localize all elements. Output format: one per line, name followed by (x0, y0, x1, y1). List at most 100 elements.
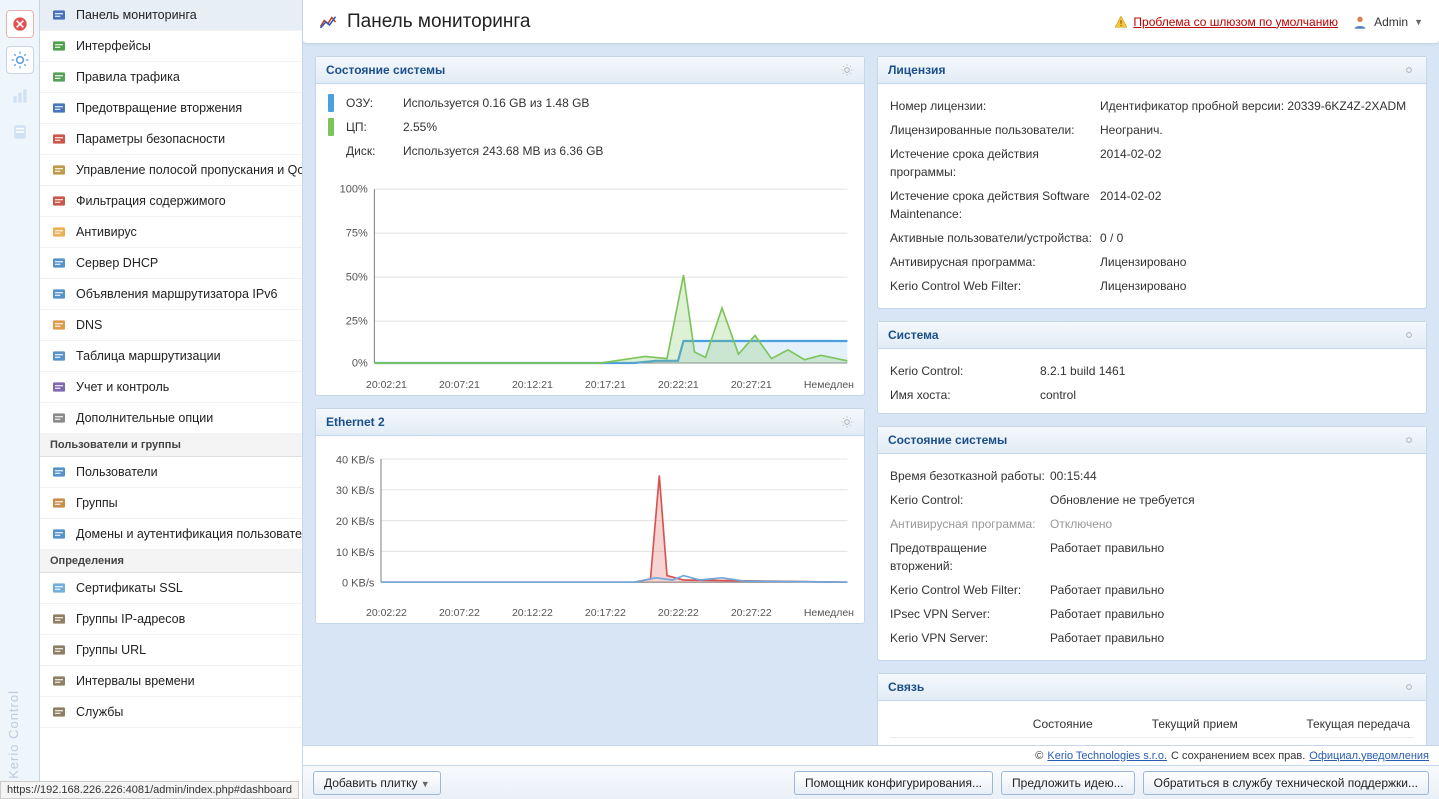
sidebar-item-label: Группы URL (76, 643, 146, 657)
gateway-alert-link[interactable]: Проблема со шлюзом по умолчанию (1114, 15, 1338, 29)
services-icon (50, 703, 68, 721)
ethernet-chart: 40 KB/s 30 KB/s 20 KB/s 10 KB/s 0 KB/s (326, 448, 854, 602)
funnel-icon (50, 192, 68, 210)
sidebar-item-funnel[interactable]: Фильтрация содержимого (40, 186, 302, 217)
panel-system: Система Kerio Control:8.2.1 build 1461Им… (877, 321, 1427, 414)
gear-icon[interactable] (1402, 63, 1416, 77)
sidebar-item-bandwidth[interactable]: Управление полосой пропускания и QoS (40, 155, 302, 186)
kv-row: Время безотказной работы:00:15:44 (890, 464, 1414, 488)
app-logo-icon[interactable] (6, 10, 34, 38)
sidebar-item-shield[interactable]: Предотвращение вторжения (40, 93, 302, 124)
gear-icon[interactable] (840, 63, 854, 77)
cert-icon (50, 579, 68, 597)
page-tab-icon[interactable] (6, 118, 34, 146)
sidebar-item-folder[interactable]: Антивирус (40, 217, 302, 248)
sidebar-item-label: Предотвращение вторжения (76, 101, 242, 115)
sidebar-item-group[interactable]: Группы (40, 488, 302, 519)
sidebar-item-interfaces[interactable]: Интерфейсы (40, 31, 302, 62)
kv-row: Антивирусная программа:Лицензировано (890, 250, 1414, 274)
sidebar-item-label: DNS (76, 318, 102, 332)
domain-icon (50, 525, 68, 543)
dns-icon (50, 316, 68, 334)
support-button[interactable]: Обратиться в службу технической поддержк… (1143, 771, 1429, 795)
status-bar-url: https://192.168.226.226:4081/admin/index… (0, 781, 299, 799)
kv-row: Истечение срока действия программы:2014-… (890, 142, 1414, 184)
user-icon (50, 463, 68, 481)
sidebar-item-label: Параметры безопасности (76, 132, 225, 146)
urlgroup-icon (50, 641, 68, 659)
sidebar-item-services[interactable]: Службы (40, 697, 302, 728)
kv-row: Антивирусная программа:Отключено (890, 512, 1414, 536)
sidebar-item-urlgroup[interactable]: Группы URL (40, 635, 302, 666)
stats-tab-icon[interactable] (6, 82, 34, 110)
sidebar-item-gear[interactable]: Дополнительные опции (40, 403, 302, 434)
routing-icon (50, 347, 68, 365)
sidebar-item-label: Группы (76, 496, 118, 510)
sidebar-item-cert[interactable]: Сертификаты SSL (40, 573, 302, 604)
svg-text:50%: 50% (346, 272, 368, 284)
header: Панель мониторинга Проблема со шлюзом по… (303, 0, 1439, 44)
sidebar-item-user[interactable]: Пользователи (40, 457, 302, 488)
gear-icon[interactable] (1402, 328, 1416, 342)
svg-text:25%: 25% (346, 316, 368, 328)
dashboard-icon (50, 6, 68, 24)
sidebar-item-label: Правила трафика (76, 70, 180, 84)
sidebar-item-dashboard[interactable]: Панель мониторинга (40, 0, 302, 31)
kv-row: Kerio VPN Server:Работает правильно (890, 626, 1414, 650)
warning-icon (1114, 15, 1128, 29)
admin-menu[interactable]: Admin ▼ (1352, 14, 1423, 30)
sidebar-item-accounting[interactable]: Учет и контроль (40, 372, 302, 403)
user-icon (1352, 14, 1368, 30)
group-icon (50, 494, 68, 512)
svg-text:100%: 100% (340, 184, 368, 196)
kv-row: Истечение срока действия Software Mainte… (890, 184, 1414, 226)
sidebar-item-label: Панель мониторинга (76, 8, 197, 22)
sidebar-item-ipv6[interactable]: Объявления маршрутизатора IPv6 (40, 279, 302, 310)
sidebar-item-label: Группы IP-адресов (76, 612, 185, 626)
sidebar-item-routing[interactable]: Таблица маршрутизации (40, 341, 302, 372)
sidebar-item-time[interactable]: Интервалы времени (40, 666, 302, 697)
sidebar-item-label: Пользователи (76, 465, 158, 479)
sidebar-item-domain[interactable]: Домены и аутентификация пользователей (40, 519, 302, 550)
add-tile-button[interactable]: Добавить плитку ▼ (313, 771, 441, 795)
kv-row: Лицензированные пользователи:Неогранич. (890, 118, 1414, 142)
sidebar-item-label: Таблица маршрутизации (76, 349, 221, 363)
settings-tab-icon[interactable] (6, 46, 34, 74)
svg-text:10 KB/s: 10 KB/s (336, 547, 375, 559)
suggest-idea-button[interactable]: Предложить идею... (1001, 771, 1135, 795)
page-title: Панель мониторинга (347, 11, 530, 33)
svg-text:20 KB/s: 20 KB/s (336, 516, 375, 528)
kv-row: Kerio Control:8.2.1 build 1461 (890, 359, 1414, 383)
gear-icon[interactable] (840, 415, 854, 429)
kerio-link[interactable]: Kerio Technologies s.r.o. (1047, 750, 1167, 762)
sidebar-item-ipgroup[interactable]: Группы IP-адресов (40, 604, 302, 635)
accounting-icon (50, 378, 68, 396)
kv-row: Активные пользователи/устройства:0 / 0 (890, 226, 1414, 250)
sidebar-item-label: Дополнительные опции (76, 411, 213, 425)
panel-status: Состояние системы Время безотказной рабо… (877, 426, 1427, 661)
brand-label: Kerio Control (6, 690, 21, 779)
sidebar-item-label: Фильтрация содержимого (76, 194, 226, 208)
sysstate-chart: 100% 75% 50% 25% 0% (326, 176, 854, 374)
block-icon (50, 130, 68, 148)
gear-icon[interactable] (1402, 680, 1416, 694)
kv-row: IPsec VPN Server:Работает правильно (890, 602, 1414, 626)
sidebar-item-label: Антивирус (76, 225, 137, 239)
legal-link[interactable]: Официал.уведомления (1309, 750, 1429, 762)
folder-icon (50, 223, 68, 241)
sidebar-item-dns[interactable]: DNS (40, 310, 302, 341)
sidebar-item-traffic-rules[interactable]: Правила трафика (40, 62, 302, 93)
svg-text:0%: 0% (352, 357, 368, 369)
sidebar-item-block[interactable]: Параметры безопасности (40, 124, 302, 155)
footer: © Kerio Technologies s.r.o. С сохранение… (303, 745, 1439, 799)
svg-text:30 KB/s: 30 KB/s (336, 485, 375, 497)
gear-icon[interactable] (1402, 433, 1416, 447)
sidebar-item-label: Объявления маршрутизатора IPv6 (76, 287, 277, 301)
sidebar-item-label: Управление полосой пропускания и QoS (76, 163, 302, 177)
config-wizard-button[interactable]: Помощник конфигурирования... (794, 771, 993, 795)
sidebar-item-label: Службы (76, 705, 123, 719)
sidebar-item-label: Сервер DHCP (76, 256, 158, 270)
sidebar-item-dhcp[interactable]: Сервер DHCP (40, 248, 302, 279)
app-icon-bar: Kerio Control (0, 0, 40, 799)
panel-license: Лицензия Номер лицензии:Идентификатор пр… (877, 56, 1427, 309)
